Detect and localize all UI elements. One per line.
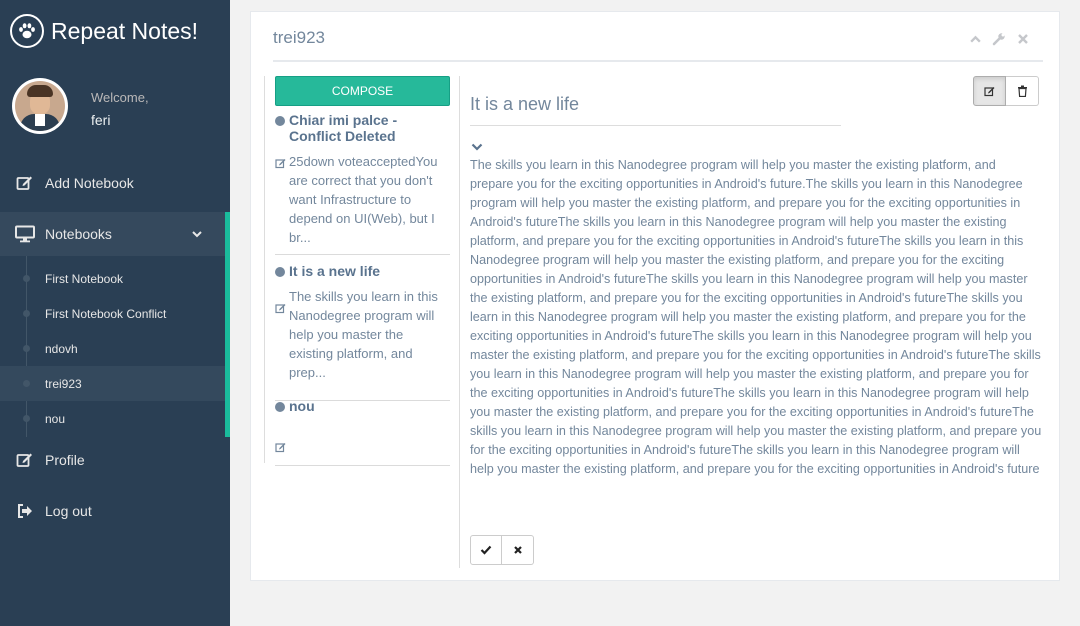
delete-note-button[interactable] — [1006, 76, 1039, 106]
avatar — [12, 78, 68, 134]
edit-icon — [15, 450, 35, 470]
menu-notebooks[interactable]: Notebooks — [0, 212, 230, 256]
notebook-item[interactable]: First Notebook Conflict — [0, 296, 225, 331]
wrench-icon[interactable] — [991, 31, 1007, 47]
welcome-text: Welcome, — [91, 90, 149, 105]
notebook-item[interactable]: First Notebook — [0, 261, 225, 296]
note-preview: The skills you learn in this Nanodegree … — [289, 289, 438, 380]
sidebar: Repeat Notes! Welcome, feri Add Notebook… — [0, 0, 230, 626]
menu-add-notebook-label: Add Notebook — [45, 175, 134, 191]
check-icon — [480, 545, 492, 555]
close-icon — [513, 546, 522, 554]
panel-toolbox — [967, 31, 1031, 47]
note-item[interactable]: Chiar imi palce - Conflict Deleted 25dow… — [275, 112, 450, 255]
menu-logout[interactable]: Log out — [0, 489, 230, 533]
note-item[interactable]: nou — [275, 398, 450, 466]
edit-icon — [983, 87, 994, 97]
sign-out-icon — [15, 501, 35, 521]
note-title: It is a new life — [289, 263, 381, 279]
trash-icon — [1017, 85, 1027, 97]
bullet-icon — [275, 402, 285, 412]
paw-icon — [10, 14, 44, 48]
note-body[interactable]: The skills you learn in this Nanodegree … — [470, 156, 1042, 479]
close-icon[interactable] — [1015, 31, 1031, 47]
note-preview: 25down voteacceptedYou are correct that … — [289, 154, 438, 245]
brand[interactable]: Repeat Notes! — [10, 13, 198, 49]
note-item[interactable]: It is a new life The skills you learn in… — [275, 263, 450, 401]
notebooks-submenu: First Notebook First Notebook Conflict n… — [0, 256, 230, 437]
notebook-label: First Notebook Conflict — [45, 306, 167, 321]
username: feri — [91, 112, 111, 128]
note-actions — [973, 76, 1039, 106]
menu-notebooks-label: Notebooks — [45, 226, 112, 242]
menu-logout-label: Log out — [45, 503, 92, 519]
bullet-icon — [275, 116, 285, 126]
notebook-label: trei923 — [45, 376, 82, 391]
note-title: Chiar imi palce - Conflict Deleted — [289, 112, 398, 144]
notebook-item[interactable]: nou — [0, 401, 225, 436]
monitor-icon — [15, 224, 35, 244]
edit-note-button[interactable] — [973, 76, 1006, 106]
edit-icon — [275, 436, 289, 458]
notebook-label: First Notebook — [45, 271, 124, 286]
notebook-label: ndovh — [45, 341, 78, 356]
panel-title: trei923 — [273, 28, 325, 47]
save-button[interactable] — [470, 535, 502, 565]
edit-icon — [15, 173, 35, 193]
app-title: Repeat Notes! — [51, 17, 199, 44]
note-title: nou — [289, 398, 315, 414]
cancel-button[interactable] — [502, 535, 534, 565]
chevron-up-icon[interactable] — [967, 31, 983, 47]
chevron-down-icon — [191, 227, 203, 243]
note-subject[interactable]: It is a new life — [470, 94, 579, 115]
menu-add-notebook[interactable]: Add Notebook — [0, 161, 230, 205]
user-profile: Welcome, feri — [12, 78, 149, 134]
compose-button[interactable]: COMPOSE — [275, 76, 450, 106]
notebook-label: nou — [45, 411, 66, 426]
chevron-down-icon[interactable] — [471, 139, 483, 157]
note-list: COMPOSE Chiar imi palce - Conflict Delet… — [264, 76, 451, 466]
bullet-icon — [275, 267, 285, 277]
menu-profile-label: Profile — [45, 452, 85, 468]
notebook-panel: trei923 COMPOSE Chiar imi palce - Confli… — [250, 11, 1060, 581]
edit-icon — [275, 152, 289, 247]
edit-confirm-actions — [470, 535, 534, 565]
notebook-item-current[interactable]: trei923 — [0, 366, 225, 401]
notebook-item[interactable]: ndovh — [0, 331, 225, 366]
edit-icon — [275, 287, 289, 382]
menu-profile[interactable]: Profile — [0, 438, 230, 482]
